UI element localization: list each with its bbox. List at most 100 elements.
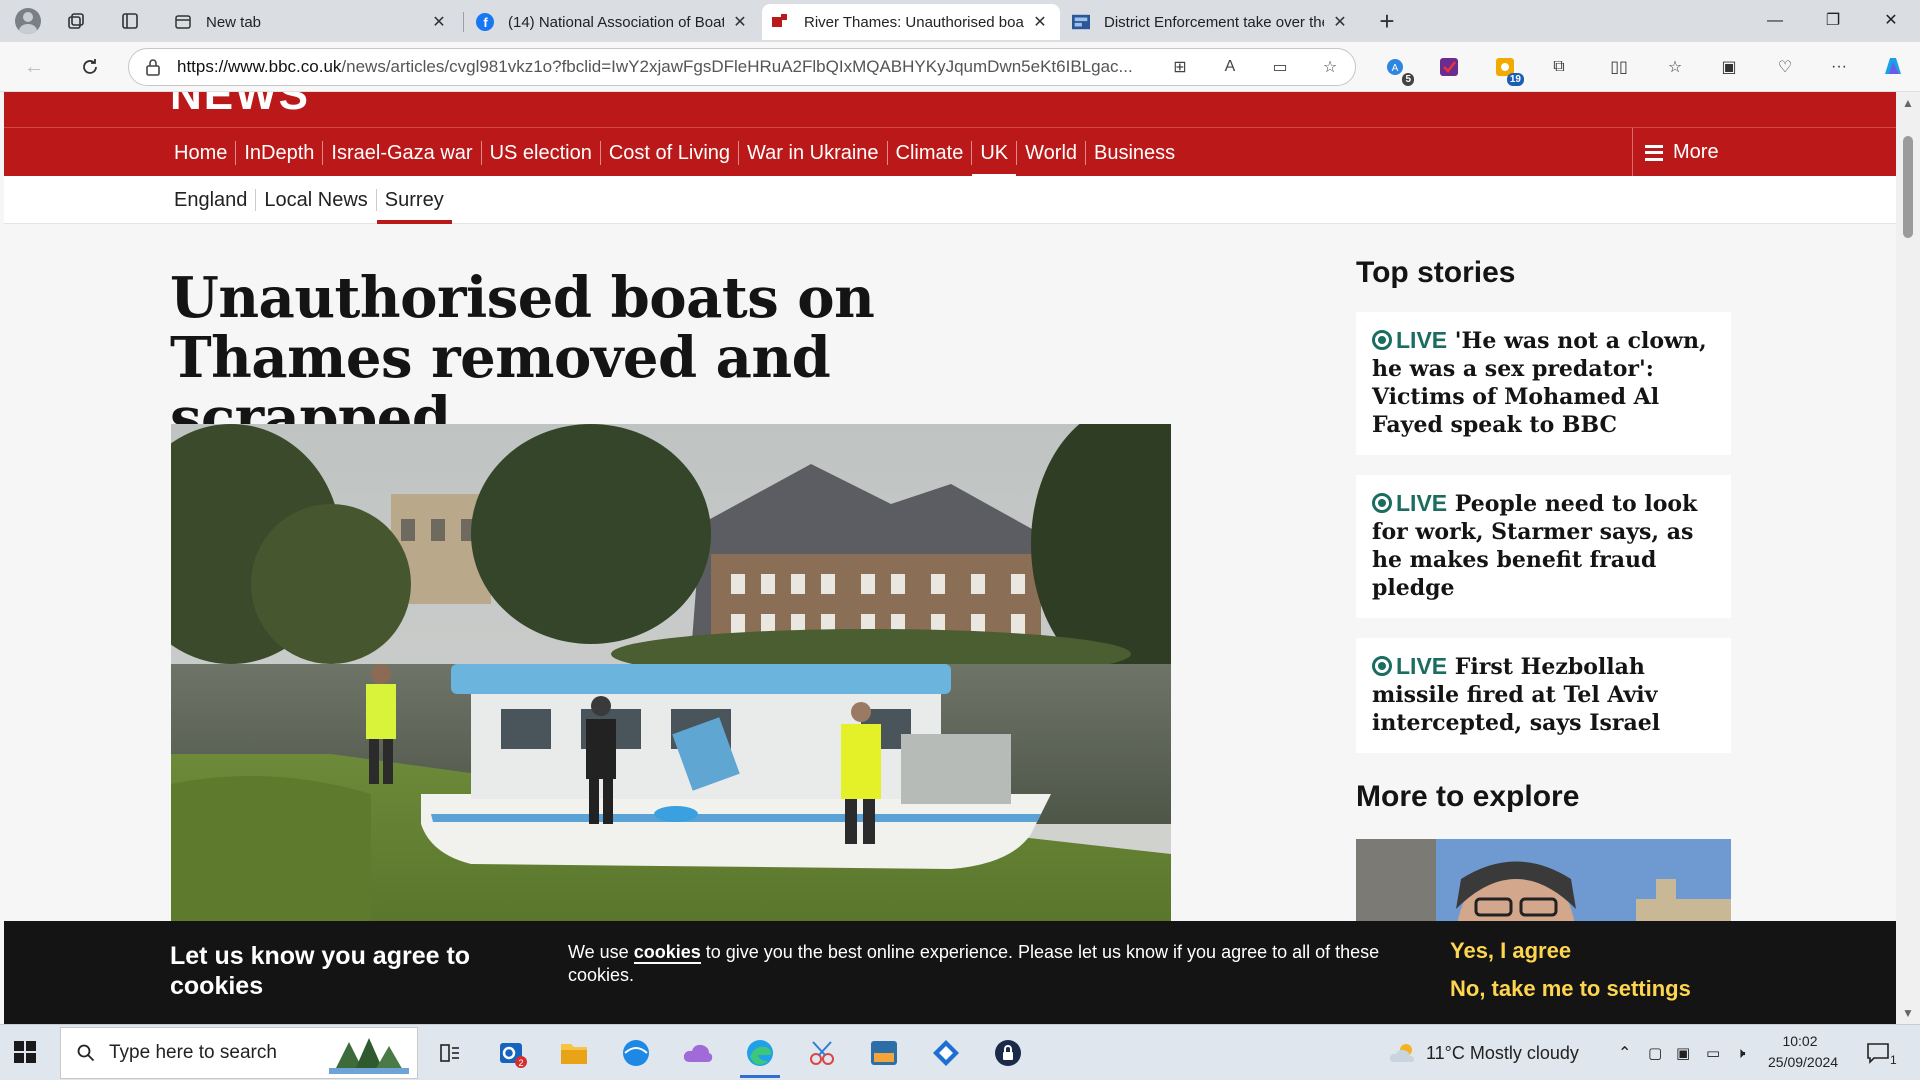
- active-app-indicator: [740, 1075, 780, 1078]
- top-story-item[interactable]: LIVE First Hezbollah missile fired at Te…: [1356, 638, 1731, 753]
- cookie-banner-title: Let us know you agree to cookies: [170, 942, 471, 1000]
- nav-item-climate[interactable]: Climate: [888, 140, 973, 165]
- network-icon[interactable]: ▣: [1676, 1025, 1690, 1080]
- cookie-settings-button[interactable]: No, take me to settings: [1450, 976, 1691, 1002]
- tab-actions-icon[interactable]: [116, 8, 144, 34]
- app-launcher-icon[interactable]: [928, 1035, 964, 1071]
- search-icon: [77, 1044, 95, 1062]
- weather-widget[interactable]: 11°C Mostly cloudy: [1388, 1025, 1579, 1080]
- page-scrollbar[interactable]: ▲ ▼: [1896, 92, 1920, 1024]
- task-view-icon[interactable]: [432, 1035, 468, 1071]
- live-label: LIVE: [1396, 653, 1448, 679]
- tab-divider: [463, 12, 464, 32]
- tab-district-enforcement[interactable]: District Enforcement take over the ✕: [1062, 4, 1360, 40]
- windows-start-icon[interactable]: [14, 1041, 36, 1063]
- top-story-item[interactable]: LIVE People need to look for work, Starm…: [1356, 475, 1731, 618]
- nav-item-business[interactable]: Business: [1086, 141, 1183, 165]
- tab-facebook[interactable]: f (14) National Association of Boat ✕: [466, 4, 760, 40]
- copilot-icon[interactable]: [1880, 54, 1906, 80]
- settings-more-icon[interactable]: ···: [1826, 54, 1852, 80]
- back-icon[interactable]: ←: [18, 52, 50, 82]
- address-bar[interactable]: https://www.bbc.co.uk/news/articles/cvgl…: [128, 48, 1356, 86]
- show-hidden-icons[interactable]: ⌃: [1618, 1025, 1631, 1080]
- nav-item-israel-gaza-war[interactable]: Israel-Gaza war: [323, 140, 482, 165]
- close-icon[interactable]: ✕: [1030, 12, 1050, 32]
- taskbar-search-box[interactable]: Type here to search: [60, 1027, 418, 1079]
- split-screen-icon[interactable]: ▯▯: [1606, 54, 1632, 80]
- profile-button[interactable]: [12, 6, 44, 36]
- extension-icon[interactable]: [1436, 54, 1462, 80]
- more-menu-button[interactable]: More: [1632, 128, 1719, 177]
- favorites-icon[interactable]: ☆: [1662, 54, 1688, 80]
- nav-item-world[interactable]: World: [1017, 140, 1087, 165]
- browser-essentials-icon[interactable]: ♡: [1772, 54, 1798, 80]
- scroll-down-icon[interactable]: ▼: [1902, 1006, 1914, 1020]
- web-page: NEWS Home InDepth Israel-Gaza war US electi…: [0, 92, 1920, 1024]
- url-text[interactable]: https://www.bbc.co.uk/news/articles/cvgl…: [177, 57, 1143, 77]
- tab-new-tab[interactable]: New tab ✕: [164, 4, 459, 40]
- nav-item-us-election[interactable]: US election: [482, 140, 601, 165]
- browser-app-icon[interactable]: [618, 1035, 654, 1071]
- close-window-button[interactable]: ✕: [1868, 6, 1914, 36]
- app-available-icon[interactable]: ⊞: [1167, 54, 1193, 80]
- nav-item-war-in-ukraine[interactable]: War in Ukraine: [739, 140, 888, 165]
- scroll-up-icon[interactable]: ▲: [1902, 96, 1914, 110]
- nav-item-uk[interactable]: UK: [972, 140, 1018, 178]
- live-label: LIVE: [1396, 490, 1448, 516]
- extensions-puzzle-icon[interactable]: ⧉: [1546, 54, 1572, 80]
- hamburger-icon: [1645, 144, 1663, 161]
- system-clock[interactable]: 10:02 25/09/2024: [1768, 1031, 1838, 1073]
- extension-badge: 5: [1402, 73, 1414, 86]
- browser-toolbar: ← https://www.bbc.co.uk/news/articles/cv…: [0, 42, 1920, 92]
- nav-item-indepth[interactable]: InDepth: [236, 140, 324, 165]
- restore-button[interactable]: ❐: [1810, 6, 1856, 36]
- collections-icon[interactable]: ▣: [1716, 54, 1742, 80]
- cookies-link[interactable]: cookies: [633, 942, 701, 964]
- bbc-news-logo[interactable]: NEWS: [170, 92, 310, 120]
- battery-icon[interactable]: ▭: [1706, 1025, 1720, 1080]
- read-aloud-icon[interactable]: A: [1217, 54, 1243, 80]
- lock-icon[interactable]: [145, 58, 161, 76]
- file-explorer-icon[interactable]: [556, 1035, 592, 1071]
- live-icon: [1372, 330, 1392, 350]
- close-icon[interactable]: ✕: [429, 12, 449, 32]
- notifications-icon[interactable]: 1: [1866, 1025, 1897, 1080]
- subnav-item-surrey[interactable]: Surrey: [376, 189, 452, 224]
- close-icon[interactable]: ✕: [1330, 12, 1350, 32]
- edge-icon[interactable]: [742, 1035, 778, 1071]
- subnav-item-local-news[interactable]: Local News: [256, 189, 377, 211]
- tab-bbc-article[interactable]: River Thames: Unauthorised boat ✕: [762, 4, 1060, 40]
- live-icon: [1372, 656, 1392, 676]
- photo-app-icon[interactable]: [866, 1035, 902, 1071]
- minimize-button[interactable]: —: [1752, 6, 1798, 36]
- meet-now-icon[interactable]: ▢: [1648, 1025, 1662, 1080]
- scrollbar-thumb[interactable]: [1903, 136, 1913, 238]
- svg-text:f: f: [483, 15, 488, 30]
- immersive-reader-icon[interactable]: ▭: [1267, 54, 1293, 80]
- svg-text:A: A: [1392, 63, 1399, 74]
- nav-item-home[interactable]: Home: [166, 140, 237, 165]
- notification-count: 1: [1890, 1053, 1897, 1067]
- volume-muted-icon[interactable]: 🕨: [1736, 1025, 1745, 1080]
- favorite-star-icon[interactable]: ☆: [1317, 54, 1343, 80]
- agree-cookies-button[interactable]: Yes, I agree: [1450, 938, 1571, 964]
- workspaces-icon[interactable]: [62, 8, 90, 34]
- subnav-item-england[interactable]: England: [166, 189, 257, 211]
- outlook-icon[interactable]: 2: [494, 1035, 530, 1071]
- profile-avatar-icon: [15, 8, 41, 34]
- extension-icon[interactable]: A 5: [1382, 54, 1414, 86]
- clock-time: 10:02: [1782, 1033, 1818, 1049]
- facebook-icon: f: [476, 13, 494, 31]
- refresh-icon[interactable]: [74, 52, 106, 82]
- more-to-explore-heading: More to explore: [1356, 780, 1580, 813]
- snipping-tool-icon[interactable]: [804, 1035, 840, 1071]
- nav-item-cost-of-living[interactable]: Cost of Living: [601, 140, 740, 165]
- weather-text: 11°C Mostly cloudy: [1426, 1042, 1579, 1063]
- extension-icon[interactable]: 19: [1492, 54, 1524, 86]
- onedrive-icon[interactable]: [680, 1035, 716, 1071]
- windows-taskbar: Type here to search 2 11°C Mostly cloudy…: [0, 1024, 1920, 1080]
- close-icon[interactable]: ✕: [730, 12, 750, 32]
- vpn-lock-icon[interactable]: [990, 1035, 1026, 1071]
- new-tab-button[interactable]: +: [1372, 6, 1402, 37]
- top-story-item[interactable]: LIVE 'He was not a clown, he was a sex p…: [1356, 312, 1731, 455]
